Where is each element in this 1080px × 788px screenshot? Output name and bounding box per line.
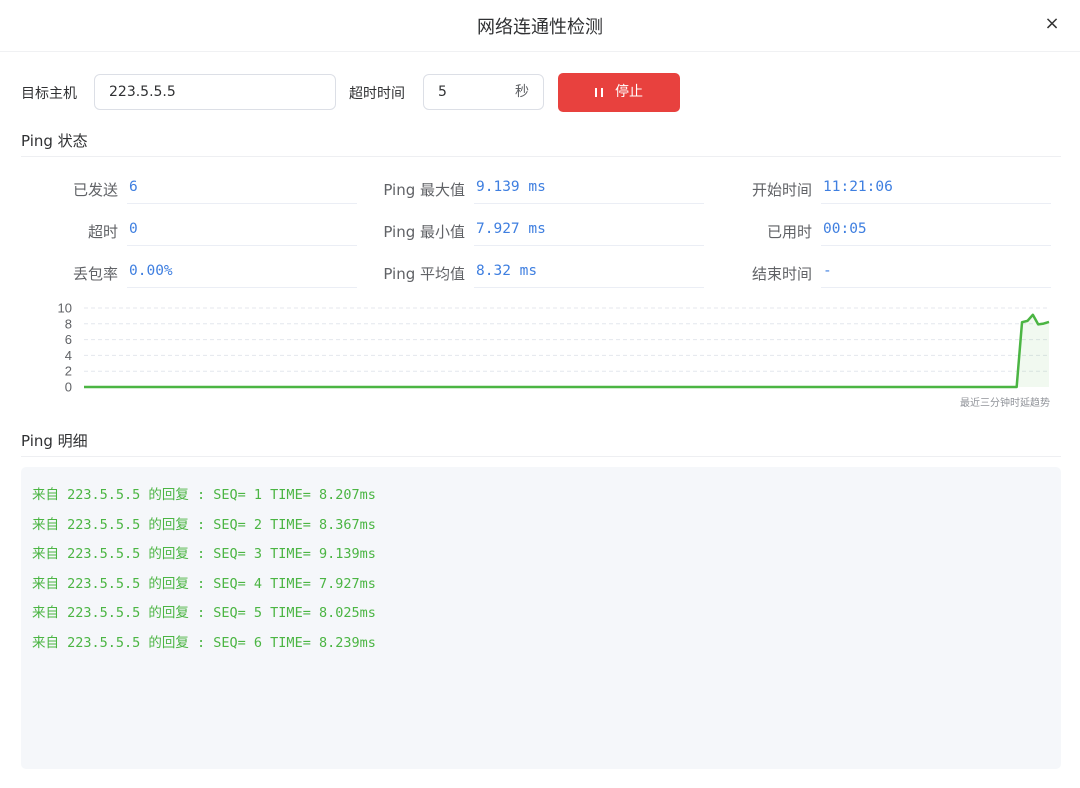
- timeout-input[interactable]: 5 秒: [423, 74, 544, 110]
- latency-chart-svg: 1086420: [58, 301, 1050, 395]
- sent-stat-value: 6: [127, 172, 357, 204]
- timeout-unit: 秒: [515, 84, 529, 100]
- ping-log-line: 来自 223.5.5.5 的回复 : SEQ= 6 TIME= 8.239ms: [32, 635, 376, 651]
- loss-stat-value: 0.00%: [127, 256, 357, 288]
- host-label: 目标主机: [21, 86, 77, 102]
- detail-divider: [21, 456, 1061, 457]
- host-input[interactable]: 223.5.5.5: [94, 74, 336, 110]
- y-tick-label: 0: [65, 380, 72, 395]
- timeout-stat-label: 超时: [87, 223, 118, 241]
- latency-chart: 10 8 6 4 2 0 最近三分钟时延趋势: [21, 298, 1061, 412]
- pause-icon: [595, 88, 603, 97]
- ping-log[interactable]: 来自 223.5.5.5 的回复 : SEQ= 1 TIME= 8.207ms 来…: [21, 467, 1061, 769]
- y-tick-label: 10: [58, 301, 72, 316]
- status-section-title: Ping 状态: [21, 132, 88, 150]
- chart-note: 最近三分钟时延趋势: [960, 398, 1050, 409]
- sent-stat-label: 已发送: [72, 181, 118, 199]
- detail-section-title: Ping 明细: [21, 432, 88, 450]
- start-stat-label: 开始时间: [751, 181, 812, 199]
- stop-button-label: 停止: [615, 84, 643, 100]
- y-tick-label: 2: [65, 364, 72, 379]
- start-stat-value: 11:21:06: [821, 172, 1051, 204]
- ping-dialog: 网络连通性检测 × 目标主机 223.5.5.5 超时时间 5 秒 停止 Pin…: [0, 0, 1080, 788]
- max-stat-value: 9.139 ms: [474, 172, 704, 204]
- ping-log-line: 来自 223.5.5.5 的回复 : SEQ= 1 TIME= 8.207ms: [32, 487, 376, 503]
- end-stat-value: -: [821, 256, 1051, 288]
- status-divider: [21, 156, 1061, 157]
- min-stat-value: 7.927 ms: [474, 214, 704, 246]
- elapsed-stat-label: 已用时: [766, 223, 812, 241]
- y-tick-label: 6: [65, 332, 72, 347]
- ping-log-line: 来自 223.5.5.5 的回复 : SEQ= 2 TIME= 8.367ms: [32, 516, 376, 533]
- ping-log-line: 来自 223.5.5.5 的回复 : SEQ= 4 TIME= 7.927ms: [32, 575, 376, 592]
- timeout-stat-value: 0: [127, 214, 357, 246]
- host-input-value: 223.5.5.5: [109, 84, 176, 100]
- stop-button[interactable]: 停止: [558, 73, 680, 112]
- timeout-label: 超时时间: [349, 86, 405, 102]
- dialog-title: 网络连通性检测: [477, 17, 603, 38]
- timeout-input-value: 5: [438, 84, 447, 100]
- toolbar: 目标主机 223.5.5.5 超时时间 5 秒 停止: [21, 73, 1061, 113]
- elapsed-stat-value: 00:05: [821, 214, 1051, 246]
- close-icon[interactable]: ×: [1042, 14, 1062, 34]
- y-tick-label: 4: [65, 348, 72, 363]
- ping-log-line: 来自 223.5.5.5 的回复 : SEQ= 5 TIME= 8.025ms: [32, 605, 376, 622]
- y-tick-label: 8: [65, 316, 72, 331]
- latency-area: [84, 314, 1049, 387]
- avg-stat-value: 8.32 ms: [474, 256, 704, 288]
- avg-stat-label: Ping 平均值: [383, 265, 465, 283]
- latency-line: [84, 313, 1050, 389]
- max-stat-label: Ping 最大值: [383, 181, 465, 199]
- min-stat-label: Ping 最小值: [383, 223, 465, 241]
- ping-log-line: 来自 223.5.5.5 的回复 : SEQ= 3 TIME= 9.139ms: [32, 546, 376, 563]
- loss-stat-label: 丢包率: [72, 265, 118, 283]
- dialog-header: 网络连通性检测 ×: [0, 0, 1080, 52]
- end-stat-label: 结束时间: [751, 265, 812, 283]
